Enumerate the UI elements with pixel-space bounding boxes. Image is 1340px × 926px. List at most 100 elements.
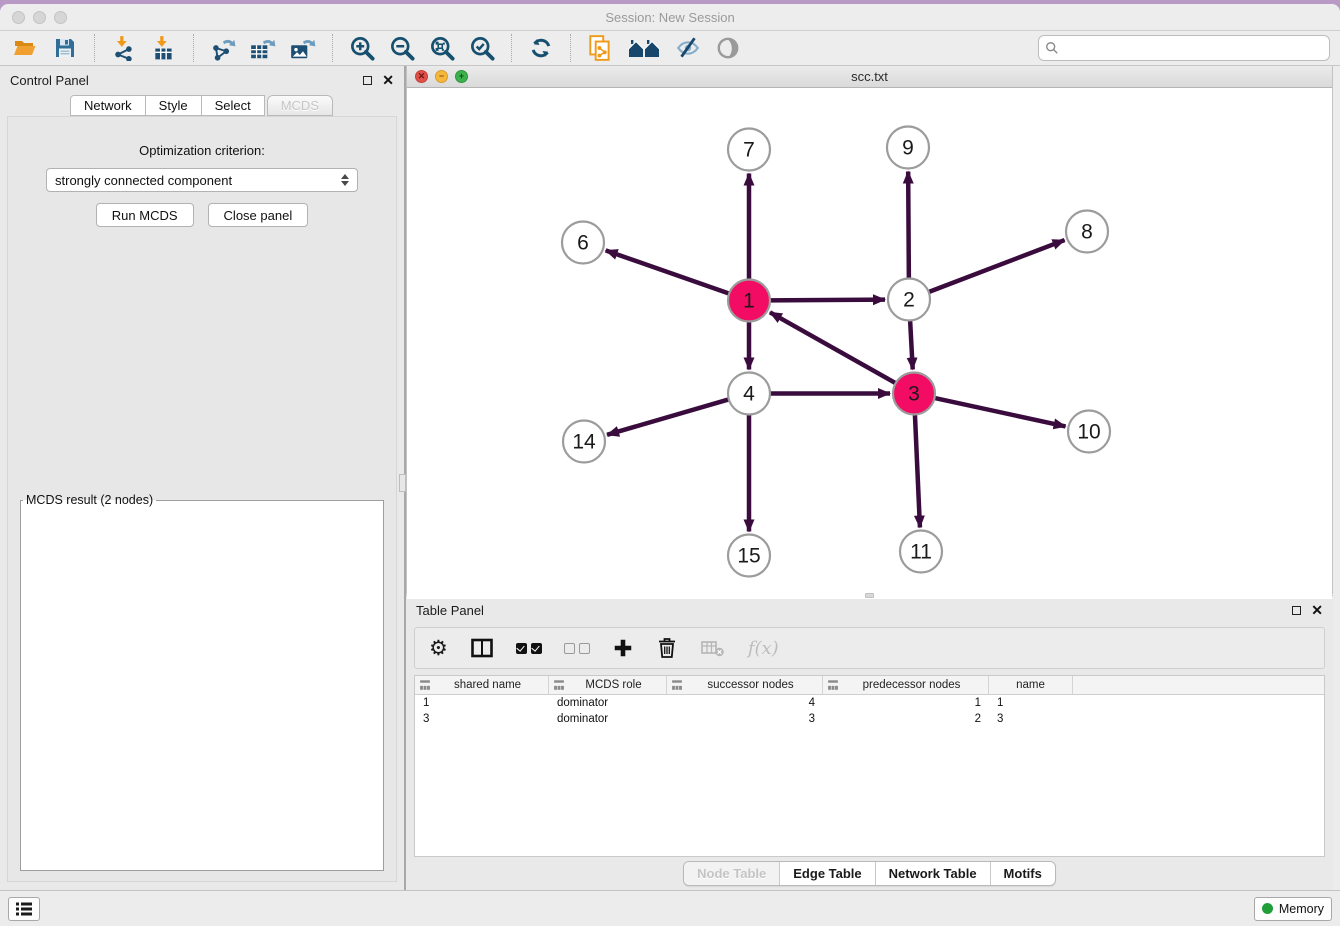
deselect-all-icon[interactable] xyxy=(564,633,590,663)
tab-network[interactable]: Network xyxy=(70,95,146,116)
graph-node-label-15: 15 xyxy=(737,545,760,568)
flatten-icon xyxy=(671,679,683,691)
table-cell[interactable]: 4 xyxy=(667,697,823,709)
graph-edge-2-3[interactable] xyxy=(910,318,913,369)
delete-column-icon[interactable] xyxy=(656,633,678,663)
graph-edge-1-6[interactable] xyxy=(606,250,731,294)
control-panel-title: Control Panel xyxy=(10,73,89,88)
flatten-icon xyxy=(553,679,565,691)
zoom-in-icon xyxy=(349,35,376,62)
zoom-in-button[interactable] xyxy=(347,33,377,63)
task-history-button[interactable] xyxy=(8,897,40,921)
tab-network-table[interactable]: Network Table xyxy=(875,862,990,885)
window-title: Session: New Session xyxy=(0,10,1340,25)
table-tabs-row: Node Table Edge Table Network Table Moti… xyxy=(406,857,1333,890)
unchecked-box-icon xyxy=(564,643,575,654)
mcds-result-text[interactable]: 13 xyxy=(23,507,371,509)
tab-select[interactable]: Select xyxy=(201,95,265,116)
import-table-icon xyxy=(151,35,177,61)
panel-divider-grip[interactable] xyxy=(399,474,406,492)
memory-button[interactable]: Memory xyxy=(1254,897,1332,921)
delete-table-icon xyxy=(700,633,726,663)
network-close-button[interactable]: ✕ xyxy=(415,70,428,83)
import-table-button[interactable] xyxy=(149,33,179,63)
network-maximize-button[interactable]: + xyxy=(455,70,468,83)
toolbar-separator xyxy=(511,34,512,62)
search-input[interactable] xyxy=(1063,41,1323,55)
export-table-button[interactable] xyxy=(248,33,278,63)
select-all-icon[interactable] xyxy=(516,633,542,663)
graph-edge-2-8[interactable] xyxy=(927,240,1065,293)
tab-node-table[interactable]: Node Table xyxy=(684,862,779,885)
close-panel-button[interactable]: Close panel xyxy=(208,203,309,227)
table-options-gear-icon[interactable]: ⚙ xyxy=(429,633,448,663)
zoom-fit-icon xyxy=(429,35,456,62)
optimization-criterion-label: Optimization criterion: xyxy=(20,143,384,158)
graph-edge-3-1[interactable] xyxy=(770,312,898,384)
import-network-button[interactable] xyxy=(109,33,139,63)
close-table-panel-icon[interactable]: ✕ xyxy=(1311,603,1323,617)
graph-edge-1-2[interactable] xyxy=(768,300,885,301)
run-mcds-button[interactable]: Run MCDS xyxy=(96,203,194,227)
clone-network-button[interactable] xyxy=(585,33,615,63)
table-cell[interactable]: 1 xyxy=(823,697,989,709)
table-cell[interactable]: 3 xyxy=(667,713,823,725)
add-column-icon[interactable] xyxy=(612,633,634,663)
table-panel: Table Panel ✕ ⚙ xyxy=(406,595,1333,890)
zoom-selected-button[interactable] xyxy=(467,33,497,63)
zoom-selected-icon xyxy=(469,35,496,62)
checked-box-icon xyxy=(516,643,527,654)
tab-motifs[interactable]: Motifs xyxy=(990,862,1055,885)
float-panel-icon[interactable] xyxy=(363,76,372,85)
table-cell[interactable]: 3 xyxy=(415,713,549,725)
export-image-icon xyxy=(289,35,317,61)
tab-edge-table[interactable]: Edge Table xyxy=(779,862,874,885)
graph-edge-3-11[interactable] xyxy=(915,412,920,527)
hide-graphics-details-button[interactable] xyxy=(673,33,703,63)
zoom-out-button[interactable] xyxy=(387,33,417,63)
export-network-button[interactable] xyxy=(208,33,238,63)
export-image-button[interactable] xyxy=(288,33,318,63)
column-header-name[interactable]: name xyxy=(989,676,1073,694)
graph-node-label-7: 7 xyxy=(743,139,755,162)
save-session-button[interactable] xyxy=(50,33,80,63)
table-cell[interactable]: 3 xyxy=(989,713,1073,725)
graph-edge-4-14[interactable] xyxy=(607,399,731,435)
zoom-fit-button[interactable] xyxy=(427,33,457,63)
tab-style[interactable]: Style xyxy=(145,95,202,116)
column-header-shared-name[interactable]: shared name xyxy=(415,676,549,694)
tab-mcds[interactable]: MCDS xyxy=(267,95,333,116)
graph-edge-2-9[interactable] xyxy=(908,171,909,280)
column-header-predecessor-nodes[interactable]: predecessor nodes xyxy=(823,676,989,694)
graph-node-label-10: 10 xyxy=(1077,421,1100,444)
table-cell[interactable]: 2 xyxy=(823,713,989,725)
close-panel-icon[interactable]: ✕ xyxy=(382,73,394,87)
memory-status-dot xyxy=(1262,903,1273,914)
panel-columns-icon[interactable] xyxy=(470,633,494,663)
table-row[interactable]: 3dominator323 xyxy=(415,711,1324,727)
table-row[interactable]: 1dominator411 xyxy=(415,695,1324,711)
float-table-panel-icon[interactable] xyxy=(1292,606,1301,615)
table-cell[interactable]: 1 xyxy=(415,697,549,709)
search-box xyxy=(1038,35,1330,61)
table-cell[interactable]: dominator xyxy=(549,697,667,709)
memory-label: Memory xyxy=(1279,902,1324,916)
table-cell[interactable]: 1 xyxy=(989,697,1073,709)
graph-edge-3-10[interactable] xyxy=(933,398,1066,427)
network-minimize-button[interactable]: − xyxy=(435,70,448,83)
network-canvas[interactable]: 1234678910111415 xyxy=(407,88,1332,599)
eye-slash-icon xyxy=(674,35,702,61)
birds-eye-view-button[interactable] xyxy=(713,33,743,63)
show-all-networks-button[interactable] xyxy=(625,33,663,63)
refresh-view-button[interactable] xyxy=(526,33,556,63)
open-session-button[interactable] xyxy=(10,33,40,63)
canvas-resize-handle[interactable] xyxy=(865,593,874,598)
table-cell[interactable]: dominator xyxy=(549,713,667,725)
status-bar: Memory xyxy=(0,890,1340,926)
gray-eye-icon xyxy=(714,35,742,61)
column-header-mcds-role[interactable]: MCDS role xyxy=(549,676,667,694)
houses-icon xyxy=(627,36,661,60)
network-window-titlebar[interactable]: scc.txt ✕ − + xyxy=(407,66,1332,88)
criterion-select[interactable]: strongly connected component xyxy=(46,168,358,192)
column-header-successor-nodes[interactable]: successor nodes xyxy=(667,676,823,694)
